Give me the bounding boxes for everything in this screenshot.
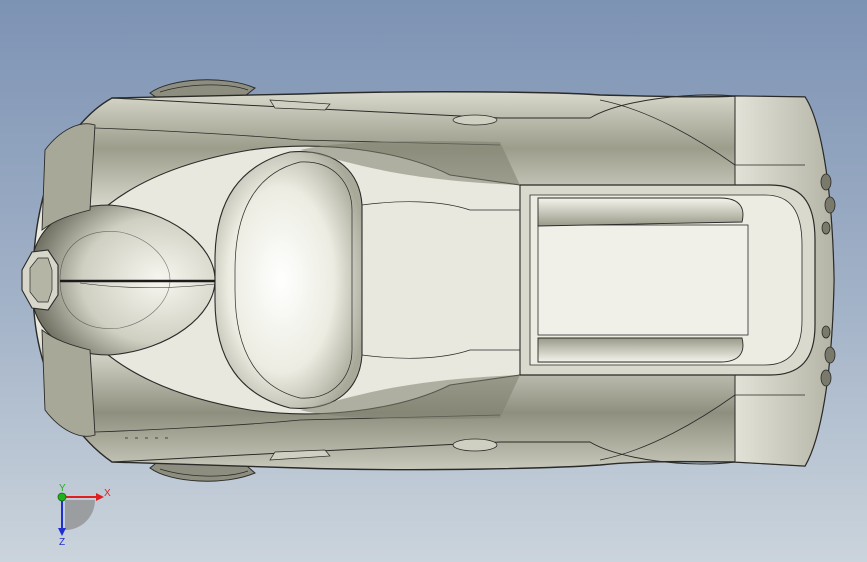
x-axis-label: X xyxy=(104,488,111,499)
y-axis-label: Y xyxy=(59,483,66,494)
y-axis-origin xyxy=(57,492,67,502)
side-vent-lower xyxy=(452,438,498,452)
cad-graphics-viewport[interactable]: X Y Z xyxy=(0,0,867,562)
canopy xyxy=(214,151,363,409)
engine-rib-bottom xyxy=(537,337,744,363)
fuel-cap xyxy=(452,114,498,126)
z-axis-label: Z xyxy=(59,537,65,548)
engine-cover-panel xyxy=(537,224,749,336)
engine-rib-top xyxy=(537,197,744,227)
car-model xyxy=(21,79,836,482)
